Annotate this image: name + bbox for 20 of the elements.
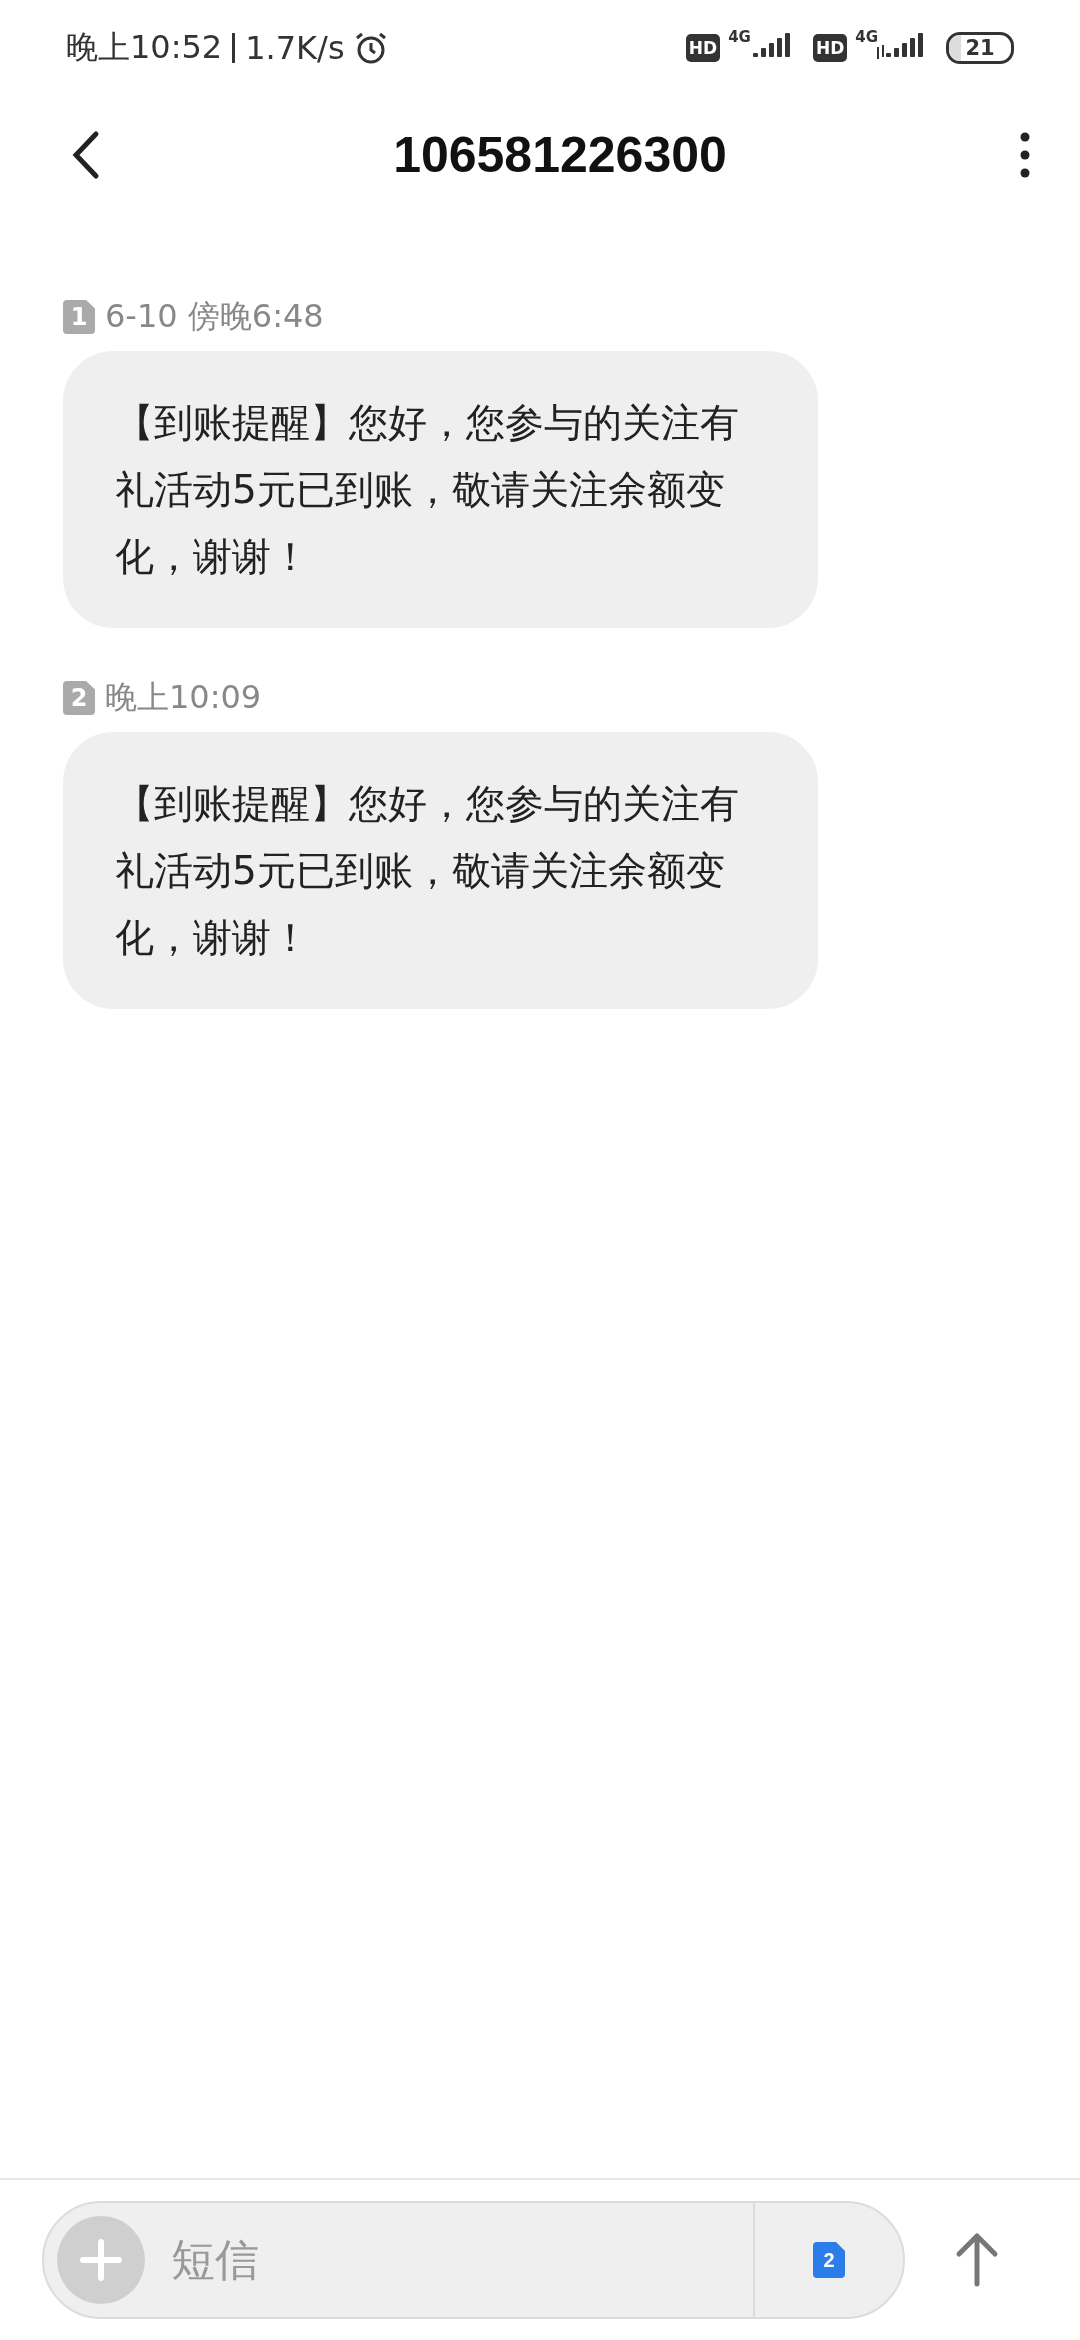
contact-number: 106581226300 (392, 126, 728, 184)
message-time: 6-10 傍晚6:48 (105, 296, 324, 337)
message-input-field[interactable]: 短信 2 (42, 2201, 905, 2319)
sim-badge: 2 (63, 681, 95, 715)
sim-badge: 1 (63, 300, 95, 334)
hd-indicator: HD (685, 33, 721, 62)
plus-icon (79, 2238, 123, 2282)
message-time: 晚上10:09 (105, 677, 262, 718)
network-type: 4G (728, 28, 751, 46)
back-icon (70, 130, 100, 180)
clock-time: 晚上10:52 (66, 26, 223, 68)
message-bubble: 【到账提醒】您好，您参与的关注有礼活动5元已到账，敬请关注余额变化，谢谢！ (63, 732, 818, 1009)
network-type: 4G (855, 28, 878, 46)
network-speed: 1.7K/s (245, 28, 345, 67)
message-bubble: 【到账提醒】您好，您参与的关注有礼活动5元已到账，敬请关注余额变化，谢谢！ (63, 351, 818, 628)
more-icon (1020, 131, 1030, 179)
sim-select-button[interactable]: 2 (753, 2203, 903, 2317)
hd-indicator: HD (812, 33, 848, 62)
battery-icon: 21 (946, 31, 1014, 64)
send-arrow-icon (955, 2232, 999, 2288)
